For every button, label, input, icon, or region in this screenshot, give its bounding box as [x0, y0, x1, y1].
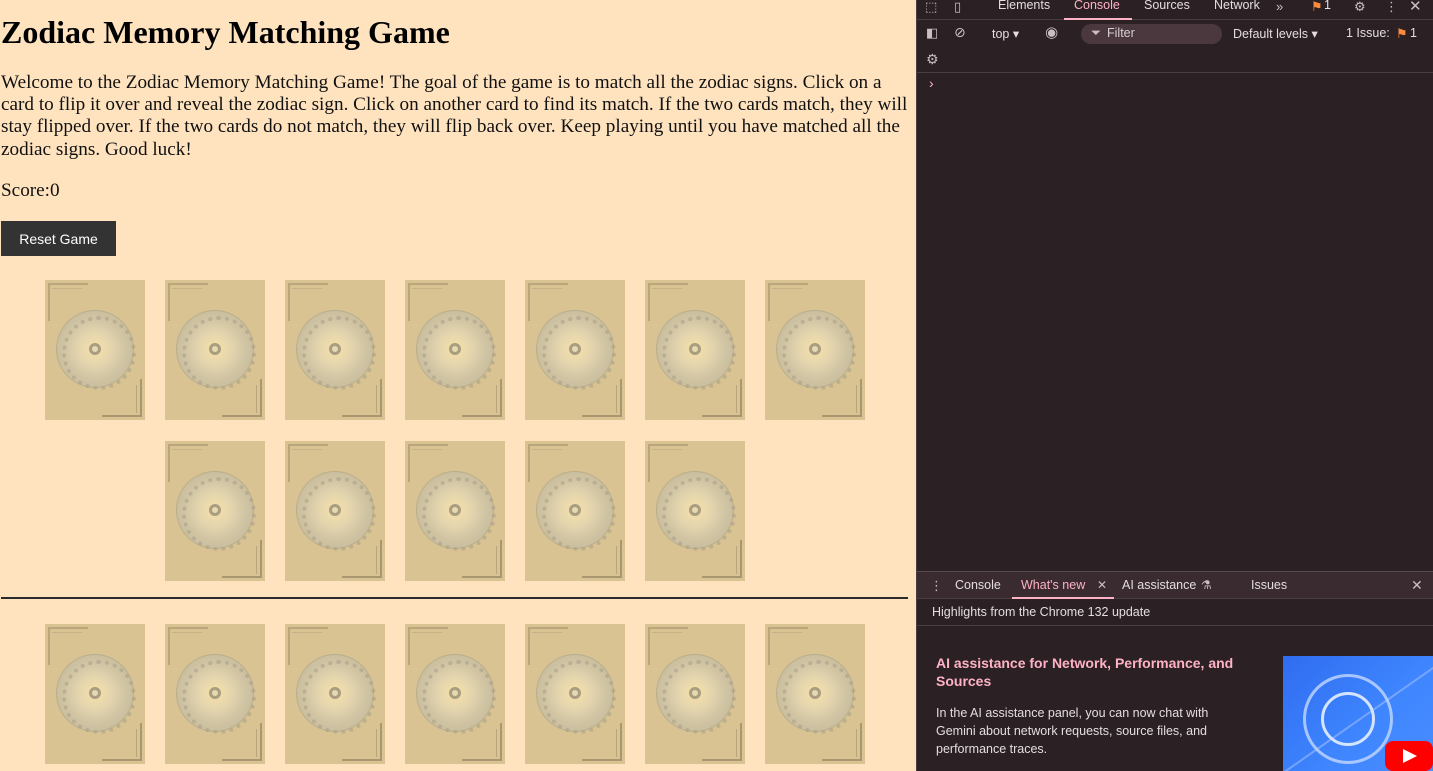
card-back[interactable] — [645, 280, 745, 420]
youtube-play-icon[interactable] — [1385, 741, 1433, 771]
log-levels-value: Default levels — [1233, 27, 1309, 41]
gear-icon[interactable]: ⚙ — [1354, 0, 1366, 13]
clear-console-icon[interactable]: ⊘ — [954, 25, 966, 39]
zodiac-wheel-icon — [536, 471, 616, 551]
zodiac-wheel-icon — [176, 471, 256, 551]
zodiac-wheel-icon — [416, 471, 496, 551]
card-back[interactable] — [285, 280, 385, 420]
zodiac-wheel-icon — [776, 654, 856, 734]
zodiac-wheel-icon — [176, 310, 256, 390]
card-back[interactable] — [645, 441, 745, 581]
card-back[interactable] — [405, 624, 505, 764]
card-back[interactable] — [765, 624, 865, 764]
devtools-panel: ⬚ ▯ Elements Console Sources Network » ⚑… — [916, 0, 1433, 771]
filter-icon: ⏷ — [1091, 26, 1102, 40]
zodiac-wheel-icon — [296, 654, 376, 734]
intro-paragraph: Welcome to the Zodiac Memory Matching Ga… — [1, 72, 908, 160]
feature-description: In the AI assistance panel, you can now … — [936, 706, 1209, 756]
issue-badge-count: 1 — [1324, 0, 1331, 12]
feature-heading[interactable]: AI assistance for Network, Performance, … — [936, 654, 1236, 690]
console-output[interactable]: › — [917, 72, 1433, 571]
card-back[interactable] — [525, 280, 625, 420]
tab-elements[interactable]: Elements — [998, 0, 1050, 12]
issue-flag-icon: ⚑ — [1396, 26, 1408, 41]
zodiac-wheel-icon — [176, 654, 256, 734]
score-label: Score: — [1, 180, 51, 201]
close-tab-icon[interactable]: ✕ — [1097, 579, 1107, 591]
context-select-value: top — [992, 27, 1010, 41]
tab-network[interactable]: Network — [1214, 0, 1260, 12]
eye-icon[interactable]: ◉ — [1045, 25, 1058, 40]
zodiac-wheel-icon — [776, 310, 856, 390]
highlights-title: Highlights from the Chrome 132 update — [932, 605, 1151, 619]
close-drawer-icon[interactable]: ✕ — [1411, 578, 1423, 592]
zodiac-wheel-icon — [416, 654, 496, 734]
zodiac-wheel-icon — [56, 310, 136, 390]
thumbnail-circle-inner — [1321, 692, 1375, 746]
inspect-element-icon[interactable]: ⬚ — [925, 0, 937, 13]
card-back[interactable] — [165, 280, 265, 420]
flask-icon: ⚗ — [1201, 578, 1212, 592]
drawer-tab-issues[interactable]: Issues — [1251, 578, 1287, 592]
drawer-divider — [917, 625, 1433, 626]
card-back[interactable] — [405, 280, 505, 420]
card-back[interactable] — [45, 280, 145, 420]
game-page: Zodiac Memory Matching Game Welcome to t… — [0, 0, 916, 771]
chevron-double-right-icon[interactable]: » — [1276, 0, 1283, 13]
issues-count: 1 — [1410, 26, 1417, 40]
active-tab-underline — [1064, 18, 1132, 20]
console-settings-gear-icon[interactable]: ⚙ — [926, 52, 939, 66]
card-back[interactable] — [525, 624, 625, 764]
reset-game-button[interactable]: Reset Game — [1, 221, 116, 256]
filter-placeholder: Filter — [1107, 26, 1135, 40]
card-back[interactable] — [165, 441, 265, 581]
zodiac-wheel-icon — [296, 310, 376, 390]
device-toolbar-icon[interactable]: ▯ — [954, 0, 961, 13]
devtools-tab-bar: ⬚ ▯ Elements Console Sources Network » ⚑… — [917, 0, 1433, 20]
card-back[interactable] — [405, 441, 505, 581]
issue-flag-icon[interactable]: ⚑ — [1311, 0, 1323, 13]
zodiac-wheel-icon — [656, 654, 736, 734]
card-back[interactable] — [525, 441, 625, 581]
card-back[interactable] — [285, 441, 385, 581]
score-value: 0 — [50, 180, 60, 201]
zodiac-wheel-icon — [296, 471, 376, 551]
filter-input[interactable]: ⏷ Filter — [1081, 24, 1222, 44]
browser-window: Zodiac Memory Matching Game Welcome to t… — [0, 0, 1433, 771]
drawer-tab-whats-new[interactable]: What's new — [1021, 578, 1085, 592]
feature-video-thumbnail[interactable] — [1283, 656, 1433, 771]
drawer-tab-bar: ⋮ Console What's new ✕ AI assistance ⚗ I… — [917, 571, 1433, 599]
drawer-menu-icon[interactable]: ⋮ — [930, 579, 943, 592]
card-back[interactable] — [45, 624, 145, 764]
console-prompt[interactable]: › — [929, 75, 934, 91]
sidebar-toggle-icon[interactable]: ◧ — [926, 26, 938, 39]
card-back[interactable] — [165, 624, 265, 764]
page-title: Zodiac Memory Matching Game — [1, 14, 450, 50]
more-vertical-icon[interactable]: ⋮ — [1385, 0, 1398, 13]
tab-console[interactable]: Console — [1074, 0, 1120, 12]
zodiac-wheel-icon — [416, 310, 496, 390]
context-select[interactable]: top ▾ — [992, 26, 1019, 41]
zodiac-wheel-icon — [656, 310, 736, 390]
card-back[interactable] — [645, 624, 745, 764]
zodiac-wheel-icon — [536, 310, 616, 390]
drawer-tab-console[interactable]: Console — [955, 578, 1001, 592]
card-back[interactable] — [765, 280, 865, 420]
score-display: Score:0 — [1, 180, 60, 202]
zodiac-wheel-icon — [536, 654, 616, 734]
issues-label[interactable]: 1 Issue: — [1346, 26, 1390, 40]
card-back[interactable] — [285, 624, 385, 764]
tab-sources[interactable]: Sources — [1144, 0, 1190, 12]
zodiac-wheel-icon — [656, 471, 736, 551]
log-levels-select[interactable]: Default levels ▾ — [1233, 26, 1318, 41]
board-divider — [1, 597, 908, 599]
close-icon[interactable]: ✕ — [1409, 0, 1422, 14]
zodiac-wheel-icon — [56, 654, 136, 734]
drawer-active-underline — [1012, 597, 1114, 599]
drawer-tab-ai-assistance[interactable]: AI assistance — [1122, 578, 1196, 592]
